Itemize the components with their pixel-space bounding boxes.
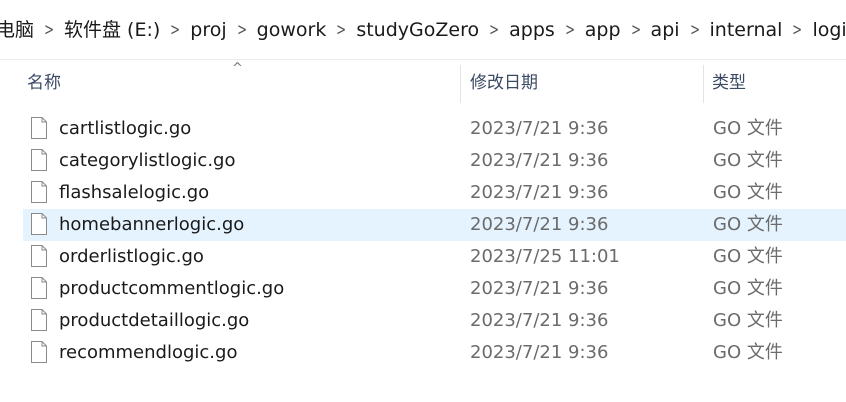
column-divider[interactable] [703, 65, 704, 103]
file-type: GO 文件 [713, 310, 783, 331]
breadcrumb-item[interactable]: 软件盘 (E:) [56, 15, 168, 45]
column-header-date[interactable]: 修改日期 [470, 60, 538, 106]
file-name: productdetaillogic.go [59, 310, 250, 331]
file-modified-date: 2023/7/21 9:36 [470, 310, 609, 331]
breadcrumb-item[interactable]: 电脑 [0, 15, 42, 45]
file-type: GO 文件 [713, 118, 783, 139]
breadcrumb-item[interactable]: gowork [249, 15, 335, 45]
file-modified-date: 2023/7/21 9:36 [470, 342, 609, 363]
chevron-right-icon[interactable]: > [489, 20, 499, 40]
breadcrumb-item[interactable]: internal [702, 15, 791, 45]
file-modified-date: 2023/7/21 9:36 [470, 118, 609, 139]
file-icon [31, 309, 47, 331]
column-headers: ^ 名称 修改日期 类型 [0, 60, 846, 106]
breadcrumb-item[interactable]: api [643, 15, 688, 45]
file-modified-date: 2023/7/21 9:36 [470, 182, 609, 203]
file-type: GO 文件 [713, 246, 783, 267]
file-name: productcommentlogic.go [59, 278, 285, 299]
chevron-right-icon[interactable]: > [565, 20, 575, 40]
breadcrumb-item[interactable]: app [577, 15, 629, 45]
file-type: GO 文件 [713, 278, 783, 299]
file-modified-date: 2023/7/25 11:01 [470, 246, 620, 267]
file-icon [31, 213, 47, 235]
column-header-name-label: 名称 [27, 73, 61, 93]
breadcrumb-item[interactable]: apps [501, 15, 563, 45]
chevron-right-icon[interactable]: > [336, 20, 346, 40]
file-icon [31, 245, 47, 267]
file-modified-date: 2023/7/21 9:36 [470, 150, 609, 171]
file-name: recommendlogic.go [59, 342, 238, 363]
file-name: cartlistlogic.go [59, 118, 192, 139]
column-header-type[interactable]: 类型 [712, 60, 746, 106]
file-row[interactable]: productcommentlogic.go 2023/7/21 9:36 GO 文… [0, 273, 846, 305]
chevron-right-icon[interactable]: > [631, 20, 641, 40]
file-name: homebannerlogic.go [59, 214, 245, 235]
breadcrumb: 电脑>软件盘 (E:)>proj>gowork>studyGoZero>apps… [0, 0, 846, 60]
file-row[interactable]: categorylistlogic.go 2023/7/21 9:36 GO 文件 [0, 145, 846, 177]
file-type: GO 文件 [713, 150, 783, 171]
file-list: cartlistlogic.go 2023/7/21 9:36 GO 文件 categ… [0, 113, 846, 369]
file-modified-date: 2023/7/21 9:36 [470, 214, 609, 235]
file-type: GO 文件 [713, 182, 783, 203]
file-explorer: 电脑>软件盘 (E:)>proj>gowork>studyGoZero>apps… [0, 0, 846, 402]
file-type: GO 文件 [713, 214, 783, 235]
breadcrumb-item[interactable]: logic [804, 15, 846, 45]
file-row[interactable]: recommendlogic.go 2023/7/21 9:36 GO 文件 [0, 337, 846, 369]
file-icon [31, 341, 47, 363]
column-header-type-label: 类型 [712, 73, 746, 93]
column-header-date-label: 修改日期 [470, 73, 538, 93]
chevron-right-icon[interactable]: > [237, 20, 247, 40]
column-header-name[interactable]: 名称 [27, 60, 61, 106]
file-row[interactable]: productdetaillogic.go 2023/7/21 9:36 GO 文件 [0, 305, 846, 337]
breadcrumb-item[interactable]: proj [182, 15, 234, 45]
file-icon [31, 181, 47, 203]
file-icon [31, 149, 47, 171]
chevron-right-icon[interactable]: > [44, 20, 54, 40]
chevron-right-icon[interactable]: > [690, 20, 700, 40]
file-type: GO 文件 [713, 342, 783, 363]
file-row[interactable]: orderlistlogic.go 2023/7/25 11:01 GO 文件 [0, 241, 846, 273]
breadcrumb-item[interactable]: studyGoZero [348, 15, 487, 45]
file-row[interactable]: homebannerlogic.go 2023/7/21 9:36 GO 文件 [0, 209, 846, 241]
file-modified-date: 2023/7/21 9:36 [470, 278, 609, 299]
file-name: categorylistlogic.go [59, 150, 236, 171]
column-divider[interactable] [460, 65, 461, 103]
sort-ascending-icon: ^ [232, 61, 243, 76]
file-icon [31, 277, 47, 299]
file-row[interactable]: cartlistlogic.go 2023/7/21 9:36 GO 文件 [0, 113, 846, 145]
file-icon [31, 117, 47, 139]
file-name: orderlistlogic.go [59, 246, 204, 267]
file-name: flashsalelogic.go [59, 182, 210, 203]
breadcrumb-items: 电脑>软件盘 (E:)>proj>gowork>studyGoZero>apps… [0, 15, 846, 45]
chevron-right-icon[interactable]: > [170, 20, 180, 40]
file-row[interactable]: flashsalelogic.go 2023/7/21 9:36 GO 文件 [0, 177, 846, 209]
chevron-right-icon[interactable]: > [793, 20, 803, 40]
